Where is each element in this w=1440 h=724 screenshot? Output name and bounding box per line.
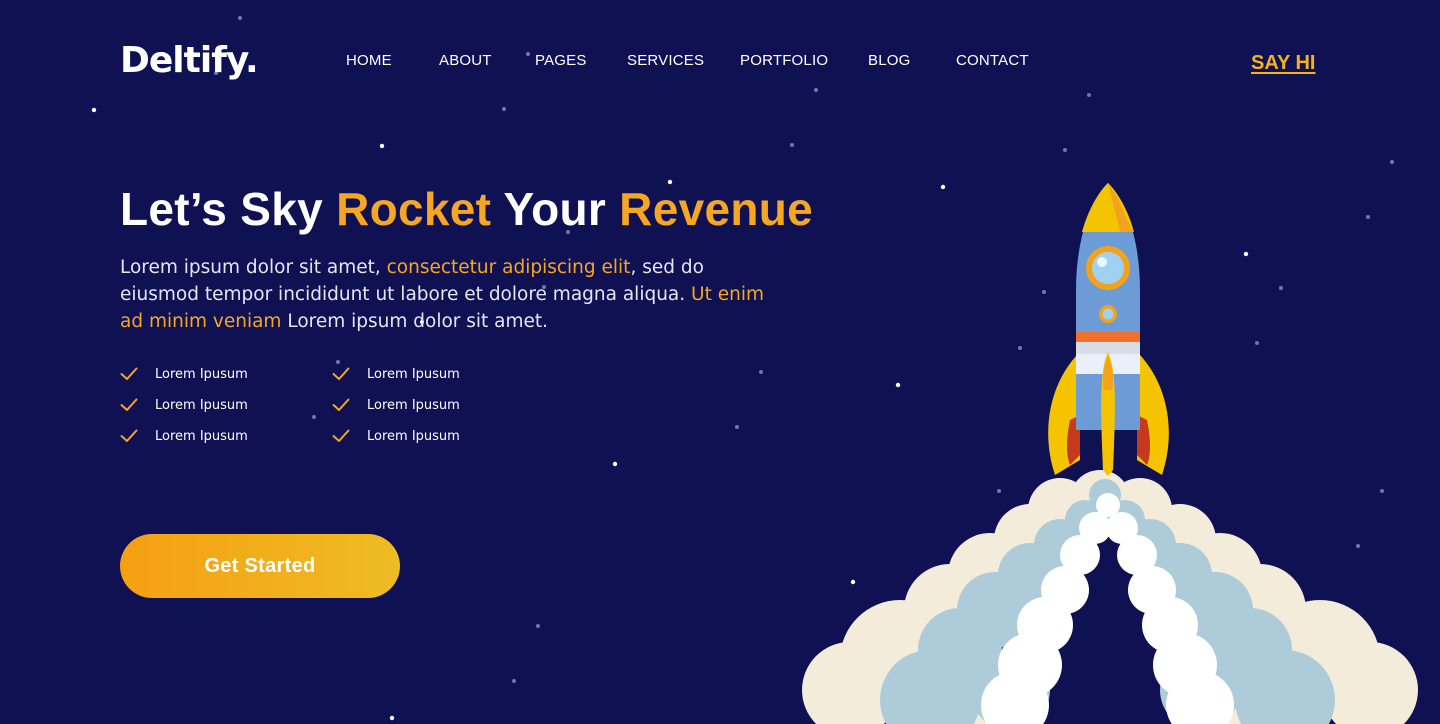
- check-icon: [120, 367, 138, 380]
- feature-item: Lorem Ipusum: [332, 426, 460, 446]
- hero-title-highlight: Revenue: [619, 183, 814, 235]
- hero-title: Let’s Sky Rocket Your Revenue: [120, 182, 813, 236]
- check-icon: [332, 367, 350, 380]
- get-started-button[interactable]: Get Started: [120, 534, 400, 598]
- nav-link-pages[interactable]: PAGES: [535, 52, 587, 69]
- hero-title-part: Your: [491, 183, 620, 235]
- nav-link-contact[interactable]: CONTACT: [956, 52, 1029, 69]
- check-icon: [332, 429, 350, 442]
- brand-logo[interactable]: Deltify.: [120, 40, 259, 81]
- hero-description-highlight: consectetur adipiscing elit: [386, 257, 631, 278]
- feature-item: Lorem Ipusum: [120, 364, 248, 384]
- nav-link-home[interactable]: HOME: [346, 52, 392, 69]
- hero-description-part: Lorem ipsum dolor sit amet,: [120, 257, 387, 278]
- hero-title-part: Let’s Sky: [120, 183, 337, 235]
- nav-link-services[interactable]: SERVICES: [627, 52, 704, 69]
- hero-description: Lorem ipsum dolor sit amet, consectetur …: [120, 254, 780, 335]
- feature-item: Lorem Ipusum: [332, 395, 460, 415]
- hero-title-highlight: Rocket: [336, 183, 492, 235]
- rocket: [1048, 183, 1169, 476]
- nav-link-portfolio[interactable]: PORTFOLIO: [740, 52, 828, 69]
- feature-item: Lorem Ipusum: [120, 395, 248, 415]
- feature-label: Lorem Ipusum: [367, 428, 460, 444]
- nav-link-blog[interactable]: BLOG: [868, 52, 910, 69]
- hero-description-part: Lorem ipsum dolor sit amet.: [281, 311, 549, 332]
- feature-label: Lorem Ipusum: [155, 397, 248, 413]
- feature-item: Lorem Ipusum: [332, 364, 460, 384]
- check-icon: [332, 398, 350, 411]
- feature-label: Lorem Ipusum: [155, 428, 248, 444]
- check-icon: [120, 398, 138, 411]
- feature-label: Lorem Ipusum: [367, 366, 460, 382]
- feature-label: Lorem Ipusum: [367, 397, 460, 413]
- check-icon: [120, 429, 138, 442]
- nav-link-about[interactable]: ABOUT: [439, 52, 492, 69]
- feature-label: Lorem Ipusum: [155, 366, 248, 382]
- rocket-launch-illustration: [802, 183, 1418, 724]
- say-hi-link[interactable]: SAY HI: [1251, 52, 1315, 75]
- feature-item: Lorem Ipusum: [120, 426, 248, 446]
